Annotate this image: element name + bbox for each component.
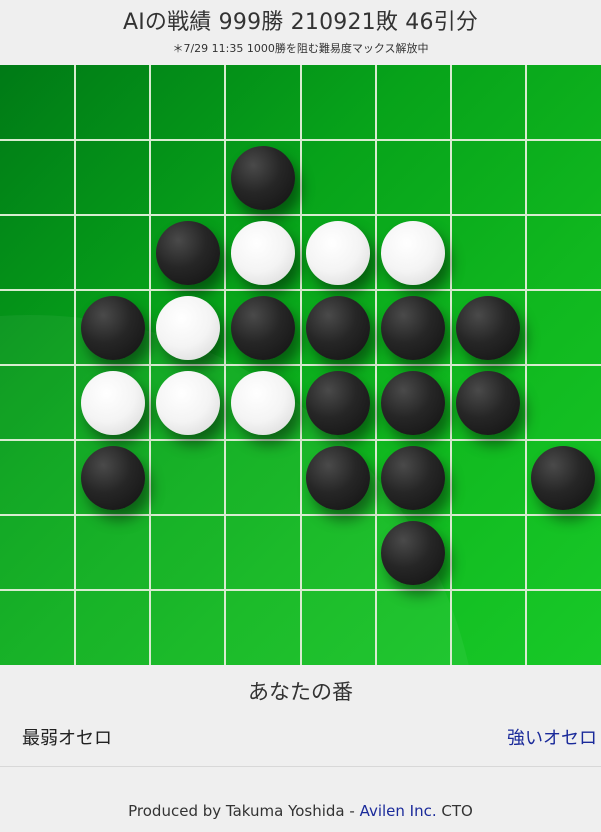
black-disc	[531, 445, 596, 510]
othello-board[interactable]	[0, 65, 601, 665]
header: AIの戦績 999勝 210921敗 46引分 ＊7/29 11:35 1000…	[0, 0, 601, 65]
board-gridline-vertical	[524, 65, 527, 665]
white-disc	[230, 220, 295, 285]
header-note: ＊7/29 11:35 1000勝を阻む難易度マックス解放中	[172, 42, 429, 55]
board-gridline-horizontal	[0, 589, 601, 591]
company-link[interactable]: Avilen Inc.	[360, 802, 437, 820]
white-disc	[230, 370, 295, 435]
black-disc	[306, 445, 371, 510]
footer-credit: Produced by Takuma Yoshida -	[128, 802, 360, 820]
weakest-othello-link[interactable]: 最弱オセロ	[22, 724, 112, 750]
board-gridline-vertical	[374, 65, 377, 665]
board-gridline-horizontal	[0, 514, 601, 516]
black-disc	[456, 295, 521, 360]
footer: Produced by Takuma Yoshida - Avilen Inc.…	[0, 802, 601, 820]
black-disc	[381, 295, 446, 360]
divider	[0, 766, 601, 767]
white-disc	[381, 220, 446, 285]
black-disc	[80, 295, 145, 360]
page-title: AIの戦績 999勝 210921敗 46引分	[122, 10, 479, 35]
black-disc	[381, 370, 446, 435]
black-disc	[456, 370, 521, 435]
black-disc	[306, 295, 371, 360]
black-disc	[381, 520, 446, 585]
black-disc	[306, 370, 371, 435]
turn-status: あなたの番	[248, 680, 353, 704]
white-disc	[306, 220, 371, 285]
white-disc	[80, 370, 145, 435]
black-disc	[230, 145, 295, 210]
board-gridline-horizontal	[0, 439, 601, 441]
black-disc	[155, 220, 220, 285]
white-disc	[155, 295, 220, 360]
board-gridline-horizontal	[0, 364, 601, 366]
black-disc	[230, 295, 295, 360]
black-disc	[381, 445, 446, 510]
footer-role: CTO	[436, 802, 473, 820]
black-disc	[80, 445, 145, 510]
strong-othello-link[interactable]: 強いオセロ	[507, 724, 597, 750]
white-disc	[155, 370, 220, 435]
board-gridline-vertical	[449, 65, 452, 665]
